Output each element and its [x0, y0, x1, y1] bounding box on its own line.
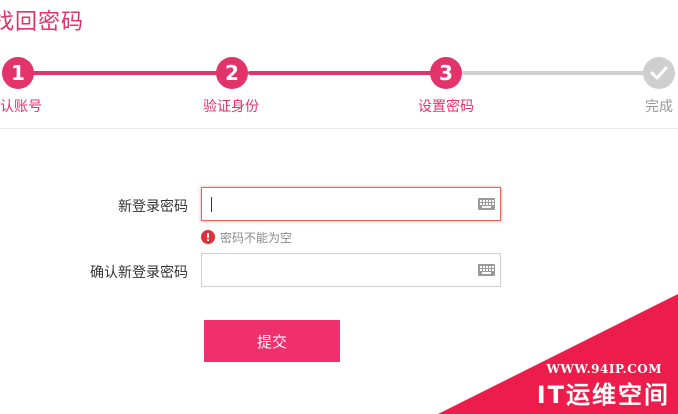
new-password-input[interactable]: [210, 194, 470, 214]
error-icon: !: [201, 230, 215, 244]
new-password-field[interactable]: [201, 187, 501, 221]
step-4-label: 完成: [645, 99, 673, 115]
step-connector-2: [248, 71, 434, 75]
confirm-password-input[interactable]: [210, 260, 470, 280]
new-password-label: 新登录密码: [118, 199, 188, 215]
divider: [0, 128, 678, 129]
step-1-label: 确认账号: [0, 99, 42, 115]
error-message: ! 密码不能为空: [201, 229, 292, 245]
keyboard-icon[interactable]: [478, 198, 495, 210]
watermark: WWW.94IP.COM IT运维空间: [438, 294, 678, 414]
step-2-label: 验证身份: [203, 99, 259, 115]
step-3-label: 设置密码: [418, 99, 474, 115]
text-caret: [211, 197, 212, 212]
progress-steps: 1 2 3 确认账号 验证身份 设置密码 完成: [0, 56, 678, 116]
watermark-text: IT运维空间: [536, 381, 670, 409]
page-title: 找回密码: [0, 10, 85, 35]
watermark-url: WWW.94IP.COM: [546, 362, 662, 376]
step-connector-1: [30, 71, 220, 75]
error-text: 密码不能为空: [220, 230, 293, 245]
confirm-password-label: 确认新登录密码: [90, 265, 188, 281]
step-1-circle: 1: [2, 57, 34, 89]
step-connector-3: [462, 71, 646, 75]
submit-button[interactable]: 提交: [204, 320, 340, 362]
step-3-circle: 3: [430, 57, 462, 89]
confirm-password-field[interactable]: [201, 253, 501, 287]
check-icon: [643, 57, 675, 89]
keyboard-icon[interactable]: [478, 264, 495, 276]
step-2-circle: 2: [216, 57, 248, 89]
